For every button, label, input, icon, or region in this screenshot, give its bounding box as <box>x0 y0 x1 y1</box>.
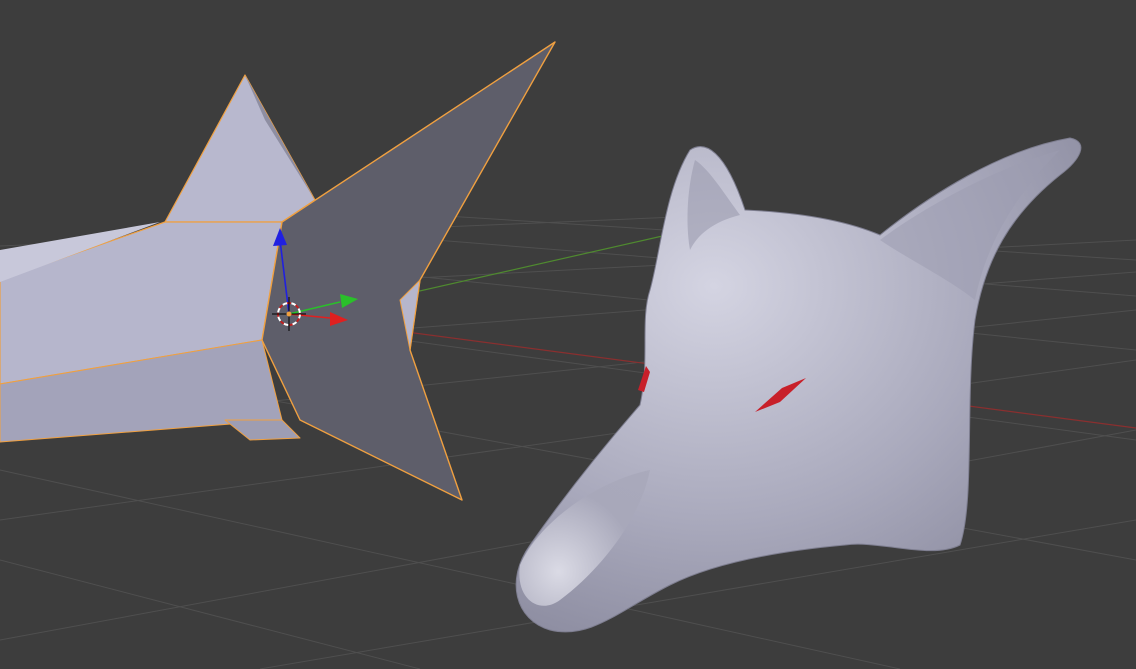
3d-viewport[interactable] <box>0 0 1136 669</box>
subdivided-fox-head[interactable] <box>515 137 1082 633</box>
lowpoly-fox-head[interactable] <box>0 41 556 501</box>
viewport-scene[interactable] <box>0 0 1136 669</box>
